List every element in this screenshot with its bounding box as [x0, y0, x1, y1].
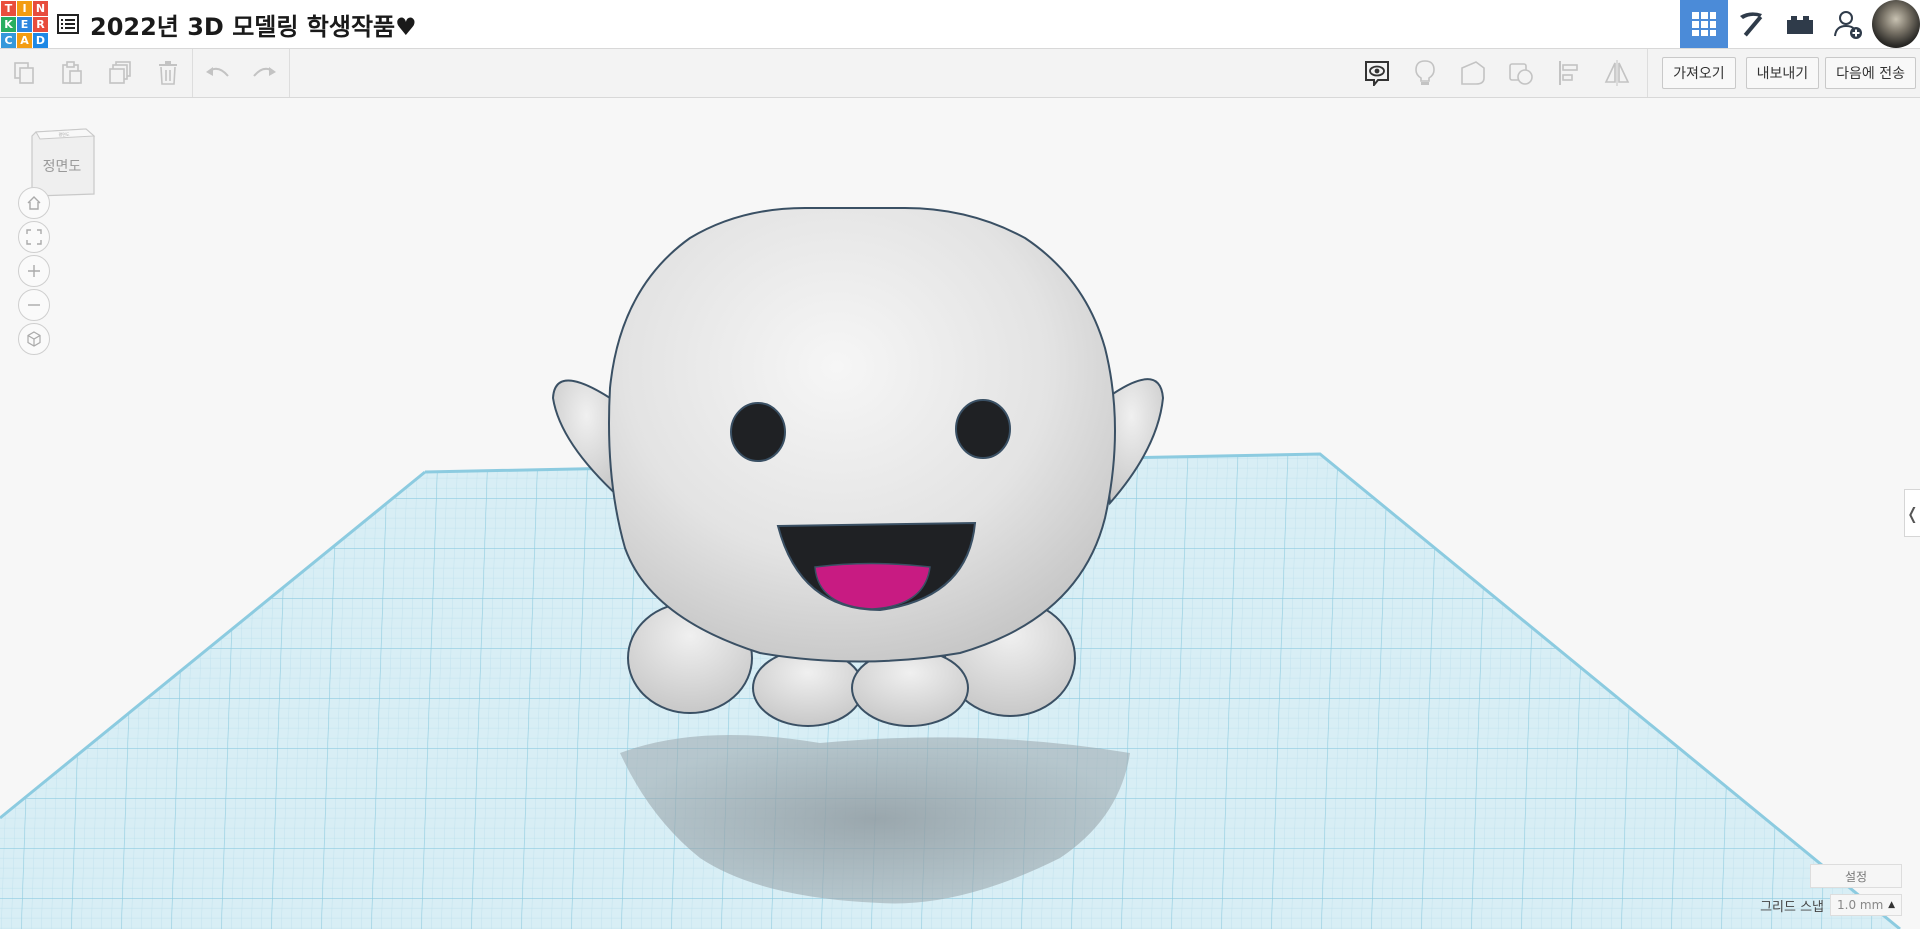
- top-bar: T I N K E R C A D 2022년 3D 모델링 학생작품♥: [0, 0, 1920, 49]
- add-user-icon: [1834, 11, 1862, 39]
- duplicate-icon: [109, 61, 131, 84]
- logo-letter: R: [33, 17, 48, 32]
- duplicate-button[interactable]: [96, 49, 144, 97]
- grid-snap-value: 1.0 mm: [1837, 898, 1884, 912]
- grid-view-icon: [1692, 12, 1716, 36]
- 3d-viewport[interactable]: 평면도 정면도 ❬ 설정 그리드 스냅 1.0 mm ▲: [0, 98, 1920, 929]
- copy-button[interactable]: [0, 49, 48, 97]
- send-to-button[interactable]: 다음에 전송: [1825, 57, 1916, 89]
- undo-icon: [206, 67, 229, 77]
- logo-letter: I: [17, 1, 32, 16]
- copy-icon: [14, 62, 34, 84]
- perspective-button[interactable]: [18, 323, 50, 355]
- logo-letter: E: [17, 17, 32, 32]
- home-icon: [27, 196, 41, 210]
- logo-letter: N: [33, 1, 48, 16]
- export-button[interactable]: 내보내기: [1745, 57, 1820, 89]
- perspective-icon: [27, 331, 41, 347]
- zoom-in-button[interactable]: [18, 255, 50, 287]
- toolbar-divider: [1647, 49, 1649, 97]
- bricks-view-button[interactable]: [1776, 0, 1824, 48]
- add-user-button[interactable]: [1824, 0, 1872, 48]
- caret-up-icon: ▲: [1888, 900, 1895, 910]
- paste-icon: [62, 61, 82, 84]
- logo-letter: K: [1, 17, 16, 32]
- toolbar-divider: [289, 49, 290, 97]
- align-icon: [1559, 61, 1578, 85]
- list-icon[interactable]: [56, 12, 80, 36]
- top-right-nav: [1680, 0, 1920, 48]
- fit-view-icon: [26, 229, 42, 245]
- user-avatar: [1872, 0, 1920, 48]
- delete-button[interactable]: [144, 49, 192, 97]
- grid-snap-select[interactable]: 1.0 mm ▲: [1830, 894, 1902, 916]
- chevron-left-icon: ❬: [1905, 503, 1920, 523]
- right-eye: [955, 399, 1011, 459]
- edit-toolbar: 가져오기 내보내기 다음에 전송: [0, 49, 1920, 98]
- logo-letter: T: [1, 1, 16, 16]
- paste-button[interactable]: [48, 49, 96, 97]
- user-menu[interactable]: [1872, 0, 1920, 48]
- undo-button[interactable]: [193, 49, 241, 97]
- left-eye: [730, 402, 786, 462]
- zoom-out-icon: [28, 304, 40, 306]
- import-button[interactable]: 가져오기: [1662, 57, 1736, 89]
- tinkercad-logo[interactable]: T I N K E R C A D: [0, 0, 48, 48]
- delete-icon: [159, 61, 177, 85]
- edit-tools: [0, 49, 290, 97]
- grid-view-button[interactable]: [1680, 0, 1728, 48]
- logo-letter: D: [33, 33, 48, 48]
- light-bulb-icon: [1415, 60, 1435, 85]
- zoom-out-button[interactable]: [18, 289, 50, 321]
- logo-letter: A: [17, 33, 32, 48]
- shape-tools: 가져오기 내보내기 다음에 전송: [1353, 49, 1920, 97]
- hole-icon: [1461, 61, 1485, 85]
- blocks-view-button[interactable]: [1728, 0, 1776, 48]
- home-view-button[interactable]: [18, 187, 50, 219]
- logo-letter: C: [1, 33, 16, 48]
- view-cube-top-label: 평면도: [58, 131, 69, 137]
- scene: [0, 207, 1901, 929]
- design-title-area: 2022년 3D 모델링 학생작품♥: [56, 7, 417, 42]
- collapse-panel-button[interactable]: ❬: [1904, 489, 1920, 537]
- mirror-icon: [1604, 60, 1630, 86]
- note-icon: [1365, 61, 1390, 86]
- light-bulb-button[interactable]: [1401, 49, 1449, 97]
- fit-view-button[interactable]: [18, 221, 50, 253]
- grid-snap-label: 그리드 스냅: [1760, 899, 1824, 915]
- align-button[interactable]: [1545, 49, 1593, 97]
- notes-button[interactable]: [1353, 49, 1401, 97]
- bricks-icon: [1787, 16, 1813, 34]
- mirror-button[interactable]: [1593, 49, 1641, 97]
- hole-button[interactable]: [1449, 49, 1497, 97]
- design-title[interactable]: 2022년 3D 모델링 학생작품♥: [90, 7, 417, 42]
- solid-icon: [1509, 63, 1533, 85]
- grid-snap-control: 그리드 스냅 1.0 mm ▲: [1760, 893, 1902, 917]
- ghost-model[interactable]: [551, 207, 1165, 727]
- pickaxe-icon: [1740, 12, 1763, 37]
- settings-button[interactable]: 설정: [1810, 864, 1902, 888]
- zoom-in-icon: [28, 265, 40, 277]
- view-cube-front-label: 정면도: [43, 159, 82, 175]
- redo-button[interactable]: [241, 49, 289, 97]
- group-button[interactable]: [1497, 49, 1545, 97]
- redo-icon: [253, 67, 276, 77]
